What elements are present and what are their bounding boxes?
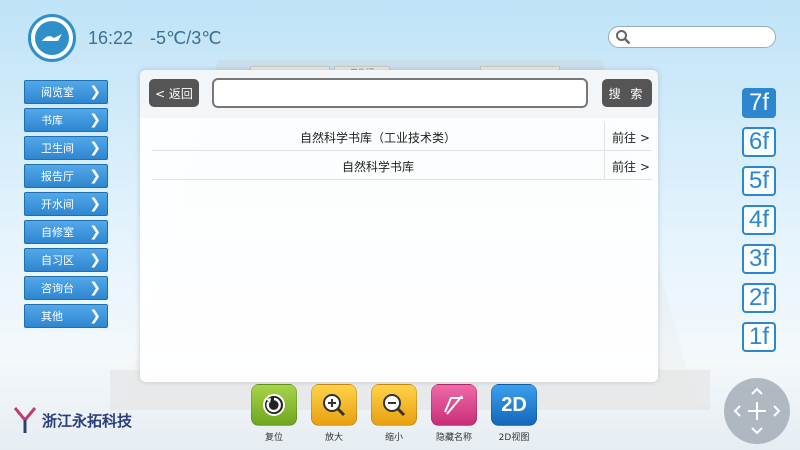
list-item[interactable]: 自然科学书库（工业技术类） 前往 > xyxy=(152,122,652,151)
list-item[interactable]: 自然科学书库 前往 > xyxy=(152,151,652,180)
view-2d-label: 2D视图 xyxy=(498,433,530,443)
library-logo xyxy=(28,14,76,62)
clock: 16:22 xyxy=(88,28,134,48)
reset-button[interactable]: 复位 xyxy=(250,384,298,443)
sidebar-item-stacks[interactable]: 书库 ❯ xyxy=(24,108,108,132)
floor-selector: 7f 6f 5f 4f 3f 2f 1f xyxy=(742,88,778,361)
category-sidebar: 阅览室 ❯ 书库 ❯ 卫生间 ❯ 报告厅 ❯ 开水间 ❯ 自修室 ❯ 自习区 ❯ 咨询台 ❯ 其… xyxy=(24,80,108,332)
chevron-right-icon: ❯ xyxy=(89,112,101,128)
sidebar-item-info-desk[interactable]: 咨询台 ❯ xyxy=(24,276,108,300)
sidebar-item-label: 阅览室 xyxy=(41,86,74,99)
sidebar-item-study-area[interactable]: 自习区 ❯ xyxy=(24,248,108,272)
divider xyxy=(604,151,605,179)
view-2d-button[interactable]: 2D 2D视图 xyxy=(490,384,538,443)
floor-button-2f[interactable]: 2f xyxy=(742,283,776,313)
sidebar-item-label: 咨询台 xyxy=(41,282,74,295)
floor-button-5f[interactable]: 5f xyxy=(742,166,776,196)
floor-button-4f[interactable]: 4f xyxy=(742,205,776,235)
hide-label-icon xyxy=(431,384,477,426)
back-button[interactable]: < 返回 xyxy=(149,79,199,107)
weather-readout: -5℃/3℃ xyxy=(150,28,222,48)
sidebar-item-label: 书库 xyxy=(41,114,63,127)
chevron-right-icon: ❯ xyxy=(89,280,101,296)
hide-names-button[interactable]: 隐藏名称 xyxy=(430,384,478,443)
go-button[interactable]: 前往 > xyxy=(612,129,650,146)
reset-icon xyxy=(251,384,297,426)
result-name: 自然科学书库 xyxy=(341,160,414,174)
chevron-right-icon: ❯ xyxy=(89,140,101,156)
sidebar-item-study-room[interactable]: 自修室 ❯ xyxy=(24,220,108,244)
floor-button-1f[interactable]: 1f xyxy=(742,322,776,352)
global-search-input[interactable] xyxy=(608,26,776,48)
hide-names-label: 隐藏名称 xyxy=(435,433,472,443)
results-list: 自然科学书库（工业技术类） 前往 > 自然科学书库 前往 > xyxy=(152,122,652,180)
map-toolbar: 复位 放大 缩小 隐藏名称 2D 2D视图 xyxy=(250,384,550,446)
view-2d-icon: 2D xyxy=(491,384,537,426)
navigation-joystick[interactable] xyxy=(724,378,790,444)
zoom-out-label: 缩小 xyxy=(384,433,403,443)
sidebar-item-restroom[interactable]: 卫生间 ❯ xyxy=(24,136,108,160)
sidebar-item-reading-room[interactable]: 阅览室 ❯ xyxy=(24,80,108,104)
reset-label: 复位 xyxy=(264,433,283,443)
sidebar-item-label: 其他 xyxy=(41,310,63,323)
company-name: 浙江永拓科技 xyxy=(42,411,133,430)
zoom-out-button[interactable]: 缩小 xyxy=(370,384,418,443)
chevron-right-icon: ❯ xyxy=(89,308,101,324)
sidebar-item-other[interactable]: 其他 ❯ xyxy=(24,304,108,328)
floor-button-6f[interactable]: 6f xyxy=(742,127,776,157)
search-input[interactable] xyxy=(212,78,588,108)
chevron-right-icon: ❯ xyxy=(89,196,101,212)
divider xyxy=(604,122,605,150)
zoom-out-icon xyxy=(371,384,417,426)
chevron-right-icon: ❯ xyxy=(89,168,101,184)
chevron-right-icon: ❯ xyxy=(89,252,101,268)
floor-button-3f[interactable]: 3f xyxy=(742,244,776,274)
result-name: 自然科学书库（工业技术类） xyxy=(299,131,456,145)
zoom-in-icon xyxy=(311,384,357,426)
sidebar-item-label: 卫生间 xyxy=(41,142,74,155)
sidebar-item-water-room[interactable]: 开水间 ❯ xyxy=(24,192,108,216)
sidebar-item-label: 自习区 xyxy=(41,254,74,267)
move-arrows-icon xyxy=(733,387,781,435)
company-brand: 浙江永拓科技 xyxy=(14,406,132,434)
chevron-right-icon: ❯ xyxy=(89,84,101,100)
zoom-in-label: 放大 xyxy=(324,433,343,443)
chevron-right-icon: ❯ xyxy=(89,224,101,240)
sidebar-item-label: 报告厅 xyxy=(41,170,74,183)
sidebar-item-label: 自修室 xyxy=(41,226,74,239)
search-results-panel: < 返回 搜 索 自然科学书库（工业技术类） 前往 > 自然科学书库 前往 > xyxy=(140,70,658,382)
floor-button-7f[interactable]: 7f xyxy=(742,88,776,118)
search-button[interactable]: 搜 索 xyxy=(602,79,652,107)
company-logo-icon xyxy=(14,407,36,433)
go-button[interactable]: 前往 > xyxy=(612,158,650,175)
sidebar-item-lecture-hall[interactable]: 报告厅 ❯ xyxy=(24,164,108,188)
zoom-in-button[interactable]: 放大 xyxy=(310,384,358,443)
search-icon xyxy=(616,30,631,45)
sidebar-item-label: 开水间 xyxy=(41,198,74,211)
